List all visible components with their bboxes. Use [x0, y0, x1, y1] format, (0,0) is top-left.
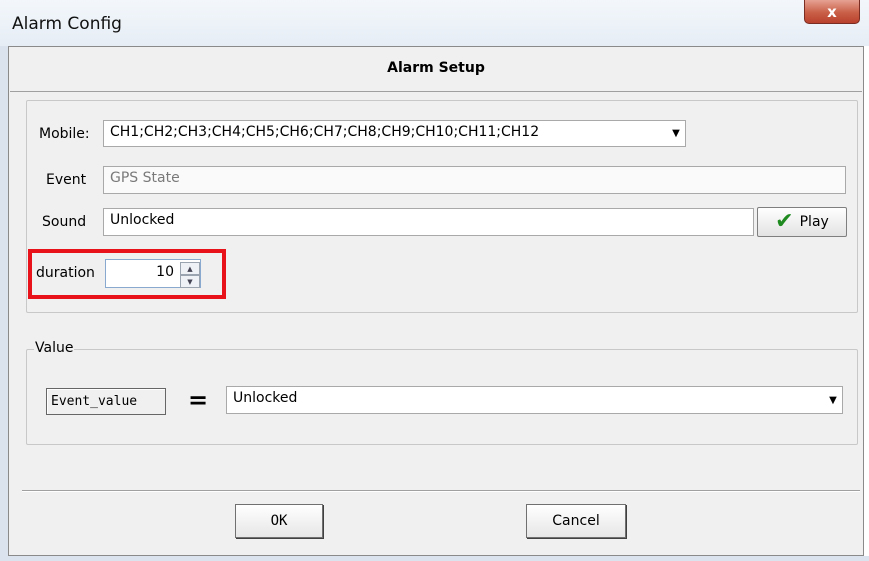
duration-label: duration: [36, 265, 95, 281]
event-value: GPS State: [110, 170, 180, 186]
cancel-button[interactable]: Cancel: [526, 504, 626, 538]
event-field: GPS State: [103, 166, 846, 194]
window-title: Alarm Config: [12, 14, 122, 34]
duration-value[interactable]: 10: [156, 264, 174, 280]
page-title: Alarm Setup: [387, 60, 485, 76]
checkmark-icon: ✔: [775, 209, 794, 234]
sound-field[interactable]: Unlocked: [103, 208, 754, 236]
window-frame-bottom: [0, 556, 869, 561]
play-button[interactable]: ✔ Play: [757, 207, 847, 237]
value-select[interactable]: Unlocked ▼: [226, 386, 843, 414]
header-band: Alarm Setup: [10, 48, 862, 92]
value-group-legend: Value: [34, 340, 75, 356]
event-label: Event: [46, 172, 87, 188]
close-button[interactable]: x: [804, 0, 860, 24]
mobile-value: CH1;CH2;CH3;CH4;CH5;CH6;CH7;CH8;CH9;CH10…: [110, 124, 540, 140]
value-selected: Unlocked: [233, 390, 298, 406]
close-icon: x: [827, 2, 837, 21]
mobile-label: Mobile:: [39, 126, 90, 142]
chevron-down-icon[interactable]: ▼: [824, 387, 842, 413]
equals-operator: =: [188, 386, 209, 414]
ok-button[interactable]: OK: [235, 504, 323, 538]
footer-divider: [22, 490, 860, 492]
sound-label: Sound: [42, 214, 87, 230]
window-frame-left: [0, 46, 8, 561]
chevron-down-icon[interactable]: ▼: [180, 275, 200, 288]
chevron-up-icon[interactable]: ▲: [180, 262, 200, 275]
mobile-select[interactable]: CH1;CH2;CH3;CH4;CH5;CH6;CH7;CH8;CH9;CH10…: [103, 120, 686, 147]
play-label: Play: [799, 214, 829, 230]
event-value-label: Event_value: [46, 388, 166, 415]
spinner-buttons: ▲ ▼: [180, 262, 200, 288]
title-bar: [0, 0, 869, 46]
sound-value: Unlocked: [110, 212, 175, 228]
duration-spinner[interactable]: 10 ▲ ▼: [105, 259, 201, 288]
chevron-down-icon[interactable]: ▼: [667, 121, 685, 146]
